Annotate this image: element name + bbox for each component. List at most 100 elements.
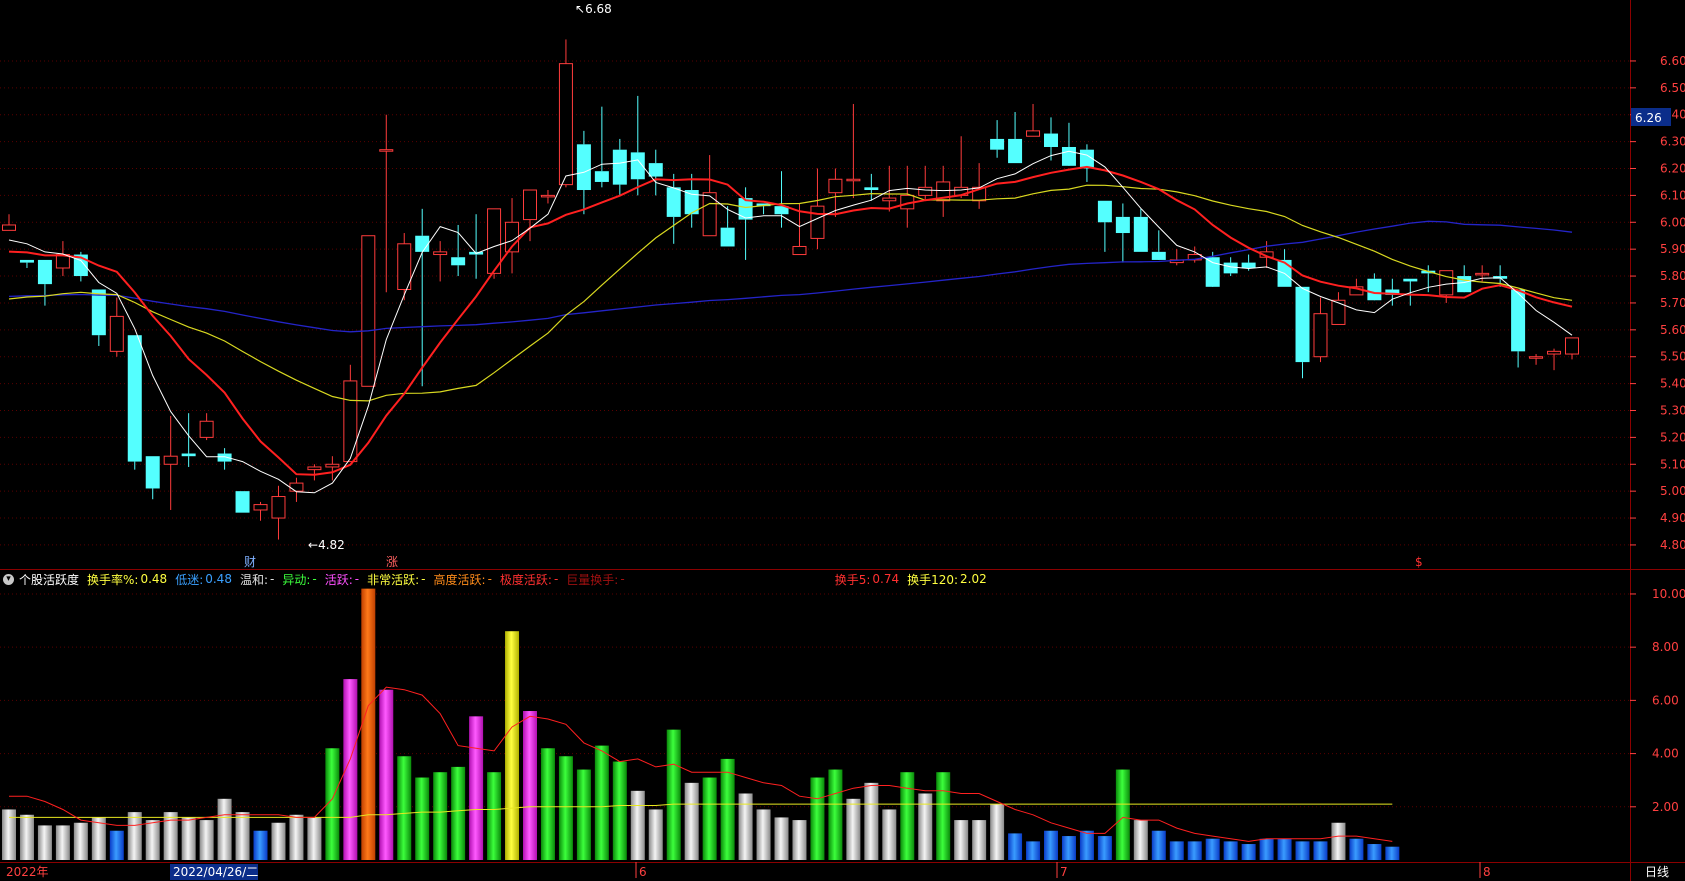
candle-down — [1061, 122, 1076, 166]
cai-event-marker[interactable]: 财 — [244, 555, 256, 569]
candle-down — [666, 173, 681, 244]
turnover-bar — [738, 793, 753, 860]
candle-body — [1133, 216, 1148, 252]
candle-body — [648, 163, 663, 177]
turnover-bar — [900, 772, 915, 860]
turnover-bar — [55, 825, 70, 860]
price-tick-label: 5.20 — [1660, 430, 1685, 444]
hs120-line — [9, 803, 1393, 818]
candle-body — [37, 259, 52, 285]
turnover-bar — [1241, 844, 1256, 860]
dollar-event-marker[interactable]: $ — [1415, 555, 1423, 569]
mild-value: - — [270, 572, 275, 586]
hs120-value: 2.02 — [960, 572, 987, 586]
candle-body — [289, 482, 304, 492]
candle-down — [235, 491, 250, 513]
candle-down — [612, 138, 627, 196]
turnover-tick-label: 8.00 — [1652, 640, 1679, 654]
turnover-bar — [1097, 836, 1112, 860]
candle-up — [540, 190, 555, 204]
turnover-bar — [469, 716, 484, 860]
turnover-bar — [684, 782, 699, 860]
candle-up — [289, 477, 304, 502]
price-tick-label: 5.10 — [1660, 457, 1685, 471]
turnover-bar — [361, 588, 376, 860]
collapse-icon[interactable]: ▾ — [3, 573, 14, 585]
candle-body — [433, 251, 448, 256]
candle-body — [1044, 133, 1058, 147]
candle-body — [594, 171, 609, 182]
turnover-bar — [828, 769, 843, 860]
turnover-bar — [882, 809, 897, 860]
candle-body — [576, 144, 591, 191]
turnover-bar — [1367, 844, 1382, 860]
turnover-bar — [864, 782, 879, 860]
turnover-axis-labels: 10.00 8.00 6.00 4.00 2.00 — [1630, 587, 1685, 814]
turnover-bar — [523, 711, 537, 860]
candle-body — [540, 194, 555, 198]
turnover-bar — [1205, 838, 1220, 860]
turnover-bar — [379, 689, 394, 860]
active-value: - — [354, 572, 360, 586]
turnover-bar — [109, 830, 124, 860]
turnover-bar — [1044, 830, 1058, 860]
candle-body — [1529, 356, 1544, 359]
turnover-bar — [487, 772, 502, 860]
candle-down — [1008, 112, 1023, 164]
turnover-bar — [235, 812, 250, 860]
turnover-tick-label: 4.00 — [1652, 747, 1679, 761]
indicator-title-bar: ▾ 个股活跃度 换手率%: 0.48 低迷: 0.48 温和: - 异动: - … — [0, 569, 1630, 589]
huge-label: 巨量换手: — [566, 572, 619, 587]
candle-down — [37, 259, 52, 306]
hs5-label: 换手5: — [834, 572, 871, 587]
turnover-bar — [1079, 830, 1094, 860]
candle-up — [900, 165, 915, 228]
candle-body — [1026, 130, 1041, 137]
candle-body — [828, 178, 843, 194]
turnover-bar — [253, 830, 268, 860]
zhang-event-marker[interactable]: 涨 — [386, 554, 398, 569]
turnover-bar — [415, 777, 430, 860]
candle-body — [271, 496, 286, 519]
price-grid — [0, 60, 1630, 546]
price-axis-labels: 6.606.506.406.306.206.106.005.905.805.70… — [1630, 54, 1685, 552]
candle-down — [1385, 278, 1400, 306]
candle-down — [469, 214, 484, 279]
turnover-bar — [648, 809, 663, 860]
turnover-bar — [1313, 841, 1328, 860]
candle-down — [91, 289, 106, 346]
candle-up — [882, 165, 897, 212]
stock-chart[interactable]: 6.606.506.406.306.206.106.005.905.805.70… — [0, 0, 1685, 881]
turnover-bar — [792, 820, 807, 860]
candle-up — [1331, 292, 1346, 325]
candle-body — [343, 380, 358, 463]
candle-up — [1547, 348, 1562, 371]
current-price-label: 6.26 — [1635, 111, 1662, 125]
huge-value: - — [620, 572, 625, 586]
very-active-value: - — [421, 572, 426, 586]
candle-up — [55, 241, 70, 277]
turnover-bar — [505, 631, 520, 860]
turnover-bar — [846, 798, 861, 860]
candle-down — [630, 95, 645, 196]
period-label[interactable]: 日线 — [1645, 865, 1669, 879]
candle-body — [523, 189, 537, 221]
turnover-bar — [73, 822, 88, 860]
candle-down — [1295, 286, 1310, 379]
hs5-line — [9, 686, 1393, 842]
price-tick-label: 5.50 — [1660, 350, 1685, 364]
candle-body — [109, 315, 124, 352]
turnover-bar — [397, 756, 412, 860]
candle-body — [199, 420, 214, 438]
candle-up — [1529, 354, 1544, 365]
candle-body — [253, 504, 268, 511]
candle-down — [648, 149, 663, 196]
candle-body — [325, 463, 340, 468]
candle-body — [235, 491, 250, 513]
candle-up — [487, 208, 502, 279]
candle-body — [1241, 262, 1256, 268]
turnover-bar — [666, 729, 681, 860]
candle-body — [864, 187, 879, 191]
candle-body — [181, 453, 196, 457]
candle-down — [127, 335, 142, 470]
